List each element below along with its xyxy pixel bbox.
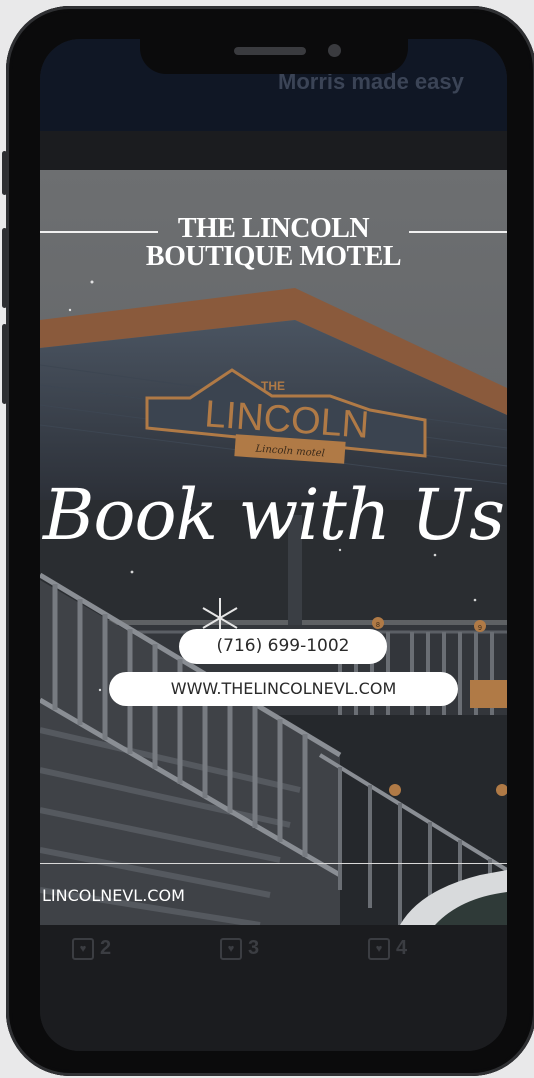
- sign-the: THE: [261, 379, 285, 393]
- stat-count: 3: [248, 937, 260, 959]
- speaker-grille: [234, 47, 306, 55]
- stat-count: 2: [100, 937, 112, 959]
- instagram-post-image[interactable]: THE LINCOLN Lincoln motel 8 9 THE LINCOL…: [40, 170, 507, 925]
- stat-item[interactable]: ♥ 2: [72, 937, 111, 960]
- mute-switch: [2, 151, 7, 195]
- front-camera: [328, 44, 341, 57]
- heart-icon: ♥: [72, 937, 94, 960]
- website-pill[interactable]: WWW.THELINCOLNEVL.COM: [109, 672, 458, 706]
- phone-screen: Morris made easy THE LINCOLN Lincoln mot…: [40, 39, 507, 1051]
- stat-item[interactable]: ♥ 4: [368, 937, 407, 960]
- volume-down-button: [2, 324, 7, 404]
- room-number-9: 9: [478, 625, 482, 632]
- post-title: THE LINCOLN BOUTIQUE MOTEL: [40, 215, 507, 271]
- phone-notch: [140, 36, 408, 74]
- post-header-bar: [40, 131, 507, 172]
- title-line-1: THE LINCOLN: [177, 213, 370, 244]
- stat-item[interactable]: ♥ 3: [220, 937, 259, 960]
- title-line-2: BOUTIQUE MOTEL: [145, 241, 402, 272]
- post-actions-bar: ♥ 2 ♥ 3 ♥ 4: [40, 925, 507, 1051]
- stat-count: 4: [396, 937, 408, 959]
- room-number-8: 8: [376, 622, 380, 629]
- footer-rule: [40, 863, 507, 864]
- footer-website-text: LINCOLNEVL.COM: [42, 886, 185, 905]
- heart-icon: ♥: [368, 937, 390, 960]
- book-with-us-headline: Book with Us: [42, 474, 505, 556]
- volume-up-button: [2, 228, 7, 308]
- phone-number-pill[interactable]: (716) 699-1002: [179, 629, 387, 664]
- heart-icon: ♥: [220, 937, 242, 960]
